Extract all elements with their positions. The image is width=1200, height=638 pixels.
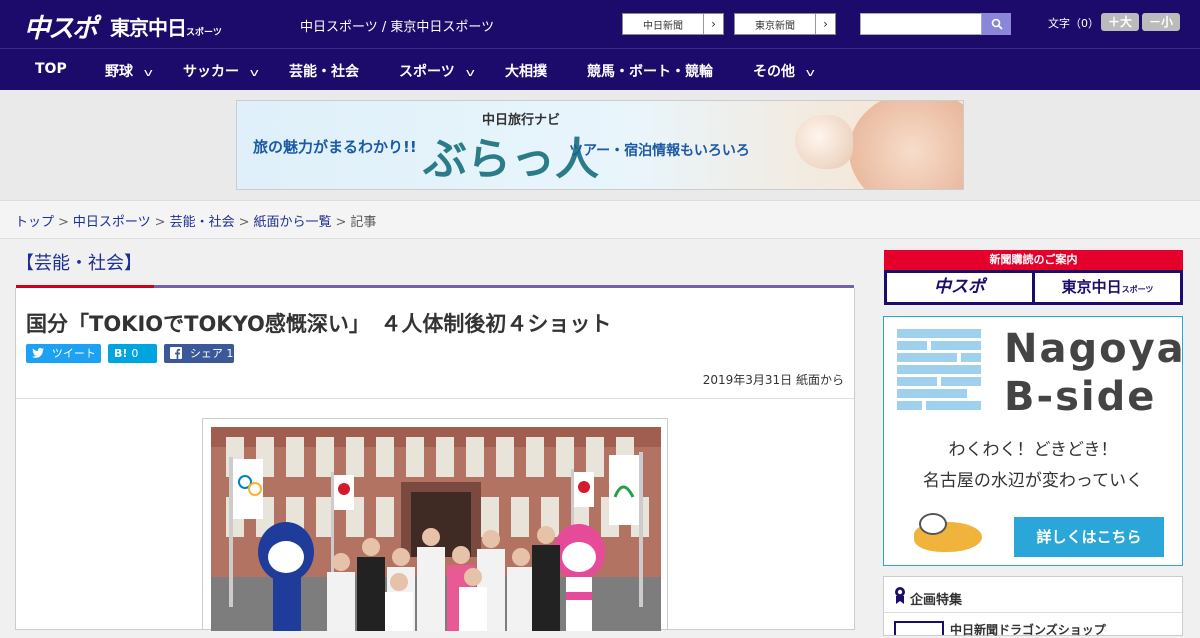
nav-item-sumo[interactable]: 大相撲 bbox=[505, 61, 547, 81]
nav-item-other[interactable]: その他 v bbox=[753, 61, 815, 81]
nav-item-soccer[interactable]: サッカー v bbox=[183, 61, 259, 81]
hatena-icon: B! bbox=[114, 347, 128, 360]
chunichi-shimbun-link[interactable]: 中日新聞 › bbox=[622, 13, 724, 35]
font-smaller-button[interactable]: －小 bbox=[1142, 13, 1180, 31]
chevron-down-icon: v bbox=[143, 66, 153, 79]
nav-item-baseball[interactable]: 野球 v bbox=[105, 61, 153, 81]
tweet-label: ツイート bbox=[51, 347, 96, 360]
banner-brand-small: 中日旅行ナビ bbox=[482, 113, 561, 128]
ext-link-label: 東京新聞 bbox=[755, 21, 795, 32]
search-icon bbox=[991, 18, 1003, 30]
article-date: 2019年3月31日 紙面から bbox=[702, 373, 844, 387]
article-divider bbox=[16, 398, 854, 399]
breadcrumb-separator: > bbox=[335, 215, 347, 230]
nav-label: その他 bbox=[753, 64, 795, 80]
chevron-down-icon: v bbox=[805, 66, 815, 79]
ad-title-line-1: Nagoya bbox=[1004, 326, 1186, 372]
ad-title: Nagoya B-side bbox=[1004, 325, 1186, 421]
nav-label: TOP bbox=[35, 61, 67, 77]
tokyo-logo-text: 東京中日 bbox=[110, 16, 187, 40]
main-nav: TOP 野球 v サッカー v 芸能・社会 スポーツ v 大相撲 競馬・ボート・競輪 … bbox=[0, 48, 1200, 90]
nav-label: 大相撲 bbox=[505, 64, 547, 80]
feature-header: 企画特集 bbox=[884, 577, 1182, 613]
chevron-down-icon: v bbox=[249, 66, 259, 79]
tokyo-chunichi-logo[interactable]: 東京中日スポーツ bbox=[110, 12, 222, 41]
subscribe-tokyo-button[interactable]: 東京中日スポーツ bbox=[1035, 273, 1180, 302]
search-input[interactable] bbox=[860, 13, 982, 35]
chevron-down-icon: v bbox=[465, 66, 475, 79]
article-photo[interactable] bbox=[211, 427, 661, 631]
banner-tail: ツアー・宿泊情報もいろいろ bbox=[569, 143, 750, 159]
nav-label: 野球 bbox=[105, 64, 133, 80]
nav-item-top[interactable]: TOP bbox=[35, 61, 67, 77]
breadcrumb-bar: トップ > 中日スポーツ > 芸能・社会 > 紙面から一覧 > 記事 bbox=[0, 200, 1200, 239]
subscription-heading: 新聞購読のご案内 bbox=[884, 250, 1183, 270]
font-larger-button[interactable]: ＋大 bbox=[1101, 13, 1139, 31]
chuspo-logo[interactable]: 中スポ bbox=[24, 8, 98, 45]
breadcrumb-link[interactable]: 中日スポーツ bbox=[73, 215, 151, 230]
subscription-box: 新聞購読のご案内 中スポ 東京中日スポーツ bbox=[884, 250, 1183, 305]
article-photo-frame bbox=[202, 418, 668, 631]
hatena-count: 0 bbox=[131, 347, 139, 360]
facebook-icon bbox=[170, 347, 186, 360]
banner-lead: 旅の魅力がまるわかり!! bbox=[253, 138, 417, 156]
tweet-button[interactable]: ツイート bbox=[26, 344, 101, 363]
breadcrumb-link[interactable]: 芸能・社会 bbox=[170, 215, 235, 230]
category-heading: 【芸能・社会】 bbox=[16, 253, 142, 274]
facebook-share-label: シェア 1 bbox=[189, 347, 234, 360]
tokyo-shimbun-link[interactable]: 東京新聞 › bbox=[734, 13, 836, 35]
breadcrumb-separator: > bbox=[154, 215, 166, 230]
article-card: 国分「TOKIOでTOKYO感慨深い」 ４人体制後初４ショット ツイート B! 0… bbox=[15, 288, 855, 631]
nav-label: 競馬・ボート・競輪 bbox=[587, 64, 713, 80]
subscribe-tokyo-sub: スポーツ bbox=[1121, 285, 1154, 294]
chevron-right-icon: › bbox=[703, 14, 723, 34]
font-size-label: 文字（0） bbox=[1048, 17, 1099, 30]
nav-label: 芸能・社会 bbox=[289, 64, 359, 80]
article-title: 国分「TOKIOでTOKYO感慨深い」 ４人体制後初４ショット bbox=[26, 312, 612, 336]
chevron-right-icon: › bbox=[815, 14, 835, 34]
nav-item-sports[interactable]: スポーツ v bbox=[399, 61, 475, 81]
hatena-bookmark-button[interactable]: B! 0 bbox=[108, 344, 157, 363]
twitter-icon bbox=[32, 347, 48, 360]
nav-item-racing[interactable]: 競馬・ボート・競輪 bbox=[587, 61, 713, 81]
feature-section: 企画特集 中日新聞ドラゴンズショップ bbox=[883, 576, 1183, 637]
breadcrumb-link[interactable]: 紙面から一覧 bbox=[254, 215, 332, 230]
site-links[interactable]: 中日スポーツ / 東京中日スポーツ bbox=[300, 16, 494, 35]
subscribe-chuspo-button[interactable]: 中スポ bbox=[887, 273, 1032, 302]
breadcrumb-current: 記事 bbox=[350, 215, 377, 230]
nav-label: サッカー bbox=[183, 64, 239, 80]
search-button[interactable] bbox=[982, 13, 1011, 35]
ad-title-line-2: B-side bbox=[1004, 374, 1157, 420]
medal-icon bbox=[895, 587, 905, 604]
banner-area: 旅の魅力がまるわかり!! ぶらっ人 中日旅行ナビ ツアー・宿泊情報もいろいろ bbox=[0, 90, 1200, 200]
travel-ad-banner[interactable]: 旅の魅力がまるわかり!! ぶらっ人 中日旅行ナビ ツアー・宿泊情報もいろいろ bbox=[236, 100, 964, 190]
breadcrumb-separator: > bbox=[238, 215, 250, 230]
seashell-image bbox=[795, 115, 853, 169]
fish-mascot-face bbox=[919, 513, 947, 535]
ad-copy-line-1: わくわく！どきどき！ bbox=[948, 440, 1118, 460]
breadcrumb: トップ > 中日スポーツ > 芸能・社会 > 紙面から一覧 > 記事 bbox=[15, 211, 376, 230]
breadcrumb-separator: > bbox=[58, 215, 69, 230]
ext-link-label: 中日新聞 bbox=[643, 21, 683, 32]
nav-item-entertainment[interactable]: 芸能・社会 bbox=[289, 61, 359, 81]
ad-copy-line-2: 名古屋の水辺が変わっていく bbox=[922, 471, 1144, 491]
subscribe-tokyo-label: 東京中日 bbox=[1061, 278, 1122, 296]
dragons-shop-thumb[interactable] bbox=[894, 621, 944, 635]
feature-title: 企画特集 bbox=[910, 593, 963, 608]
tokyo-logo-sub: スポーツ bbox=[186, 28, 222, 38]
ad-copy: わくわく！どきどき！ 名古屋の水辺が変わっていく bbox=[884, 435, 1182, 497]
ad-details-button[interactable]: 詳しくはこちら bbox=[1014, 517, 1164, 557]
nav-label: スポーツ bbox=[399, 64, 455, 80]
model-photo bbox=[849, 101, 963, 189]
top-header: 中スポ 東京中日スポーツ 中日スポーツ / 東京中日スポーツ 中日新聞 › 東京… bbox=[0, 0, 1200, 48]
facebook-share-button[interactable]: シェア 1 bbox=[164, 344, 234, 363]
nagoya-bside-ad[interactable]: Nagoya B-side わくわく！どきどき！ 名古屋の水辺が変わっていく 詳しく… bbox=[883, 316, 1186, 566]
breadcrumb-link[interactable]: トップ bbox=[15, 215, 54, 230]
